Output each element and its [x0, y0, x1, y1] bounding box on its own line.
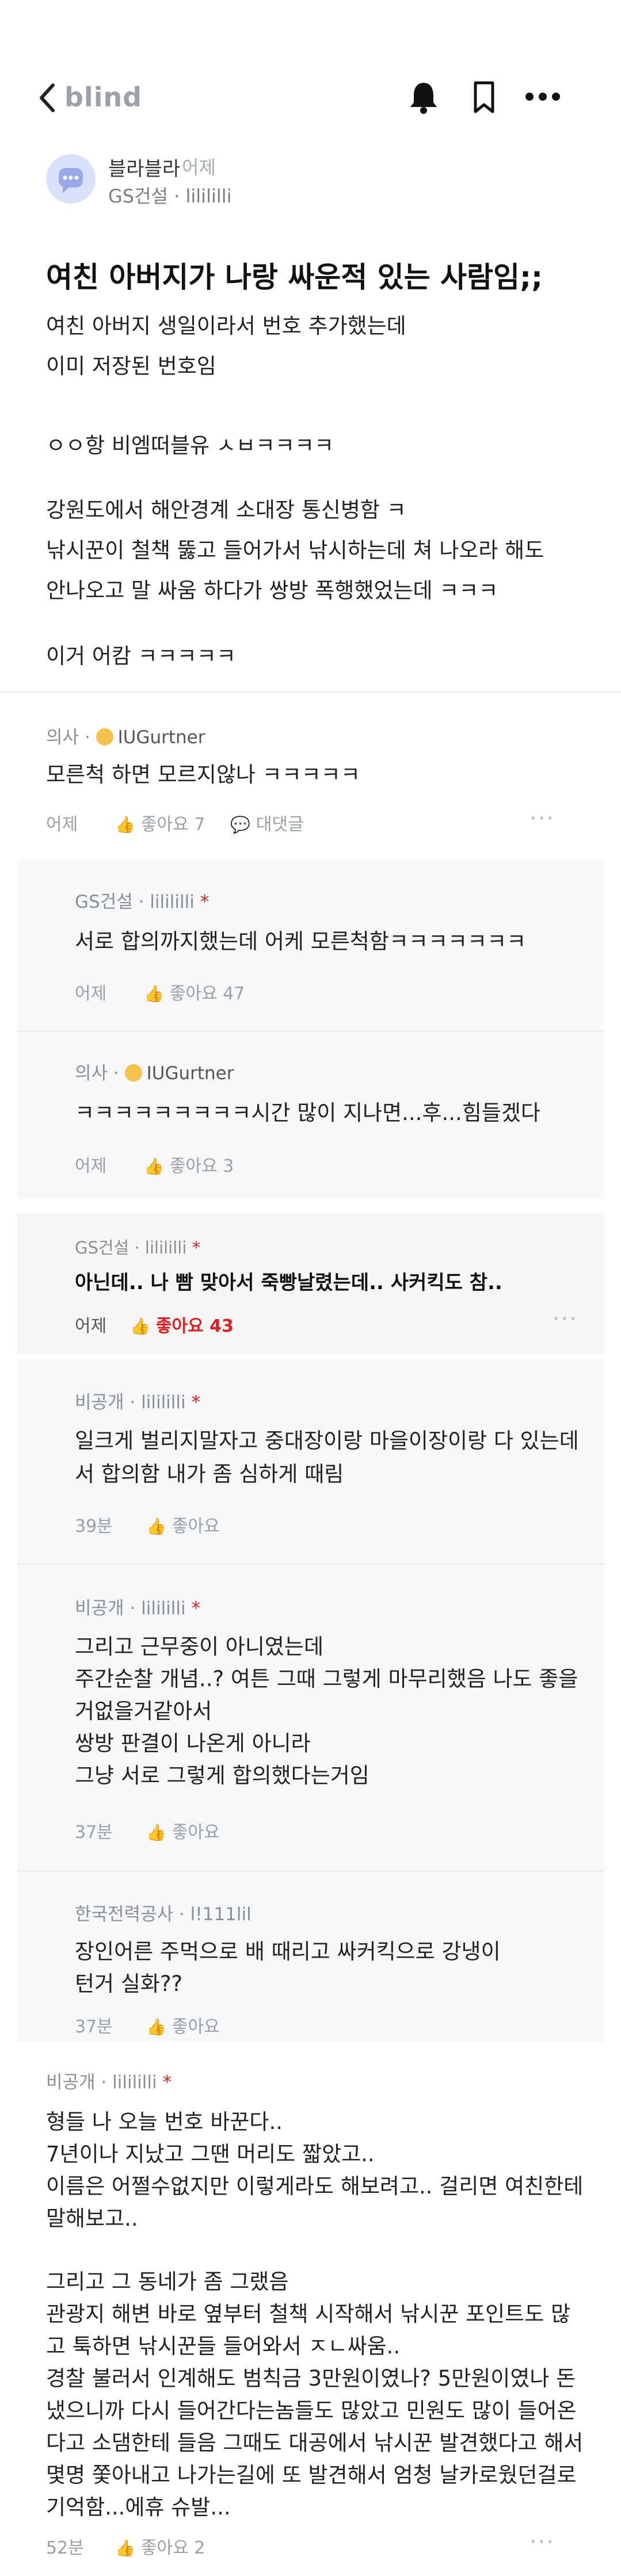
reply-meta: GS건설 · lilililli *	[75, 1238, 201, 1258]
reply-button[interactable]: 💬 대댓글	[230, 810, 304, 835]
reply-card: 비공개 · lilililli * 그리고 근무중이 아니였는데 주간순찰 개념…	[17, 1565, 604, 1871]
like-button[interactable]: 👍 좋아요 3	[144, 1152, 234, 1177]
section-divider	[0, 691, 621, 693]
comment-text: 경찰 불러서 인계해도 범칙금 3만원이였나? 5만원이였나 돈	[46, 2366, 576, 2391]
more-options-icon[interactable]	[524, 90, 562, 104]
reply-card: GS건설 · lilililli * 서로 합의까지했는데 어케 모른척함ㅋㅋㅋ…	[17, 859, 604, 1031]
post-line: 여친 아버지 생일이라서 번호 추가했는데	[46, 314, 406, 338]
comment-meta: 의사 · IUGurtner	[46, 727, 205, 748]
avatar	[46, 154, 96, 204]
comment-text: 7년이나 지났고 그땐 머리도 짧았고..	[46, 2142, 375, 2166]
reply-group: 비공개 · lilililli * 일크게 벌리지말자고 중대장이랑 마을이장이…	[17, 1359, 604, 2042]
comment-text: 기억함...에휴 슈발...	[46, 2495, 231, 2520]
like-button[interactable]: 👍 좋아요	[146, 2012, 220, 2038]
reply-card: 한국전력공사 · l!111lil 장인어른 주먹으로 배 때리고 싸커킥으로 …	[17, 1872, 604, 2042]
reply-text: 그리고 근무중이 아니였는데	[75, 1634, 324, 1659]
comment-text: 냈으니까 다시 들어간다는놈들도 많았고 민원도 많이 들어온	[46, 2398, 577, 2423]
reply-group: GS건설 · lilililli * 서로 합의까지했는데 어케 모른척함ㅋㅋㅋ…	[17, 859, 604, 1199]
reply-time: 37분	[75, 1822, 113, 1843]
comment-text: 이름은 어쩔수없지만 이렇게라도 해보려고.. 걸리면 여친한테	[46, 2174, 584, 2199]
reply-meta: 비공개 · lilililli *	[75, 1598, 200, 1619]
bookmark-icon[interactable]	[471, 79, 497, 115]
post-company: GS건설 · lilililli	[108, 185, 232, 207]
comment-text: 모른척 하면 모르지않나 ㅋㅋㅋㅋㅋ	[46, 762, 360, 787]
post-title: 여친 아버지가 나랑 싸운적 있는 사람임;;	[46, 261, 543, 294]
thumbs-up-icon: 👍	[146, 2017, 166, 2036]
reply-time: 어제	[75, 984, 107, 1004]
comment-text: 몇명 쫓아내고 나가는길에 또 발견해서 엄청 날카로웠던걸로	[46, 2463, 577, 2487]
reply-meta: 의사 · IUGurtner	[75, 1063, 234, 1084]
comment-text: 말해보고..	[46, 2206, 138, 2231]
reply-text: 아닌데.. 나 빰 맞아서 죽빵날렸는데.. 사커킥도 참..	[75, 1271, 502, 1294]
comment-text: 관광지 해변 바로 옆부터 철책 시작해서 낚시꾼 포인트도 많	[46, 2302, 571, 2326]
thumbs-up-icon: 👍	[115, 815, 135, 834]
comment-text: 형들 나 오늘 번호 바꾼다..	[46, 2109, 283, 2134]
like-button[interactable]: 👍 좋아요 43	[130, 1312, 234, 1337]
chat-bubble-icon: 💬	[230, 815, 250, 834]
bell-icon[interactable]	[407, 79, 440, 115]
reply-text: ㅋㅋㅋㅋㅋㅋㅋㅋㅋ시간 많이 지나면...후...힘들겠다	[75, 1100, 540, 1125]
reply-time: 39분	[75, 1516, 113, 1537]
comment-more-icon[interactable]: ···	[529, 805, 555, 832]
post-line: 안나오고 말 싸움 하다가 쌍방 폭행했었는데 ㅋㅋㅋ	[46, 578, 498, 603]
badge-icon	[124, 1064, 142, 1081]
reply-time: 37분	[75, 2017, 113, 2037]
reply-meta: 한국전력공사 · l!111lil	[75, 1904, 252, 1925]
reply-text: 장인어른 주먹으로 배 때리고 싸커킥으로 강냉이	[75, 1939, 501, 1964]
thumbs-up-icon: 👍	[144, 1157, 164, 1176]
post-line: 강원도에서 해안경계 소대장 통신병함 ㅋ	[46, 498, 406, 522]
like-button[interactable]: 👍 좋아요 7	[115, 810, 205, 835]
comment-time: 어제	[46, 815, 78, 835]
post-line: 이거 어캄 ㅋㅋㅋㅋㅋ	[46, 644, 236, 668]
reply-text: 서로 합의까지했는데 어케 모른척함ㅋㅋㅋㅋㅋㅋㅋ	[75, 929, 527, 954]
reply-text: 일크게 벌리지말자고 중대장이랑 마을이장이랑 다 있는데	[75, 1428, 579, 1453]
back-chevron-icon[interactable]	[36, 81, 59, 115]
comment-text: 다고 소댐한테 들음 그때도 대공에서 낚시꾼 발견했다고 해서	[46, 2430, 584, 2455]
comment-more-icon[interactable]: ···	[529, 2529, 555, 2555]
post-line: 이미 저장된 번호임	[46, 354, 216, 379]
thumbs-up-icon: 👍	[144, 984, 164, 1003]
reply-card: 비공개 · lilililli * 일크게 벌리지말자고 중대장이랑 마을이장이…	[17, 1359, 604, 1564]
thumbs-up-icon: 👍	[146, 1823, 166, 1842]
reply-text: 턴거 실화??	[75, 1971, 183, 1996]
comment-text: 고 툭하면 낚시꾼들 들어와서 ㅈㄴ싸움..	[46, 2334, 401, 2359]
post-line: 낚시꾼이 철책 뚫고 들어가서 낚시하는데 쳐 나오라 해도	[46, 538, 544, 563]
brand-logo: blind	[64, 82, 143, 113]
highlighted-reply: GS건설 · lilililli * 아닌데.. 나 빰 맞아서 죽빵날렸는데.…	[17, 1214, 604, 1354]
like-button[interactable]: 👍 좋아요	[146, 1512, 220, 1537]
badge-icon	[96, 728, 113, 746]
reply-card: 의사 · IUGurtner ㅋㅋㅋㅋㅋㅋㅋㅋㅋ시간 많이 지나면...후...…	[17, 1032, 604, 1199]
comment-more-icon[interactable]: ···	[553, 1306, 578, 1332]
thumbs-up-icon: 👍	[146, 1517, 166, 1536]
reply-text: 쌍방 판결이 나온게 아니라	[75, 1731, 311, 1756]
thumbs-up-icon: 👍	[130, 1317, 150, 1336]
reply-time: 어제	[75, 1156, 107, 1176]
reply-text: 그냥 서로 그렇게 합의했다는거임	[75, 1763, 369, 1788]
reply-meta: 비공개 · lilililli *	[75, 1392, 200, 1413]
reply-text: 거없을거같아서	[75, 1699, 212, 1723]
reply-text: 서 합의함 내가 좀 심하게 때림	[75, 1462, 344, 1486]
reply-meta: GS건설 · lilililli *	[75, 892, 209, 912]
reply-text: 주간순찰 개념..? 여튼 그때 그렇게 마무리했음 나도 좋을	[75, 1667, 578, 1691]
post-time: 어제	[182, 156, 216, 178]
like-button[interactable]: 👍 좋아요 2	[115, 2533, 205, 2559]
comment-time: 52분	[46, 2538, 84, 2558]
like-button[interactable]: 👍 좋아요 47	[144, 979, 245, 1004]
post-author[interactable]: 블라블라	[108, 153, 180, 181]
comment-text: 그리고 그 동네가 좀 그랬음	[46, 2269, 289, 2294]
like-button[interactable]: 👍 좋아요	[146, 1818, 220, 1843]
post-line: ㅇㅇ항 비엠떠블유 ㅅㅂㅋㅋㅋㅋ	[46, 433, 334, 458]
thumbs-up-icon: 👍	[115, 2539, 135, 2558]
comment-meta: 비공개 · lilililli *	[46, 2072, 172, 2093]
reply-time: 어제	[75, 1316, 107, 1336]
